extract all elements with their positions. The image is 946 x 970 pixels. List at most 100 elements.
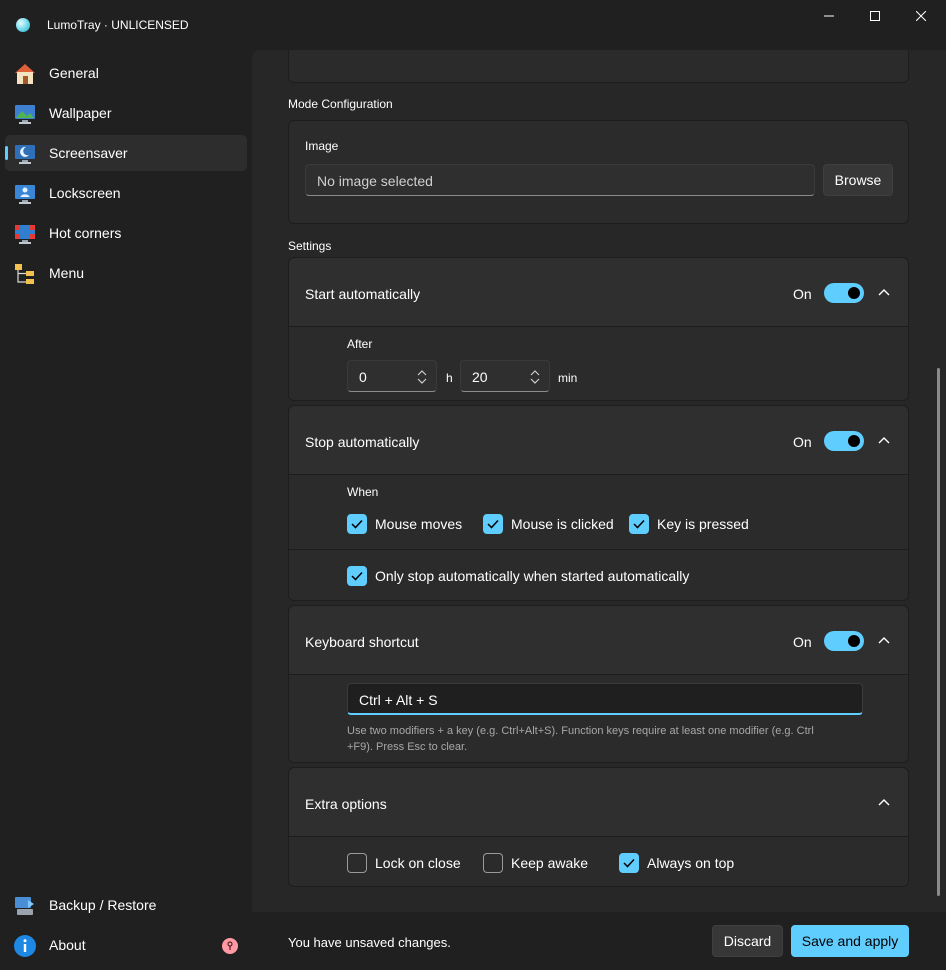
- window-title: LumoTray · UNLICENSED: [47, 18, 189, 32]
- app-logo-icon: [16, 18, 30, 32]
- mouse-moves-checkbox[interactable]: Mouse moves: [347, 514, 462, 534]
- keyboard-shortcut-toggle[interactable]: [824, 631, 864, 651]
- menu-icon: [15, 264, 34, 284]
- shortcut-hint-line: +F9). Press Esc to clear.: [347, 741, 468, 753]
- info-icon: [14, 935, 36, 957]
- maximize-button[interactable]: [852, 0, 898, 32]
- stop-automatically-toggle[interactable]: [824, 431, 864, 451]
- minimize-button[interactable]: [806, 0, 852, 32]
- sidebar-item-label: General: [49, 65, 99, 81]
- checkbox-label: Only stop automatically when started aut…: [375, 568, 690, 584]
- browse-button[interactable]: Browse: [823, 164, 893, 196]
- checkmark-icon: [347, 514, 367, 534]
- maximize-icon: [870, 11, 880, 21]
- chevron-up-icon[interactable]: [876, 633, 892, 649]
- divider: [289, 549, 908, 550]
- start-automatically-toggle[interactable]: [824, 283, 864, 303]
- checkbox-label: Mouse moves: [375, 516, 463, 532]
- sidebar-item-about[interactable]: About: [5, 927, 247, 963]
- checkmark-icon: [619, 853, 639, 873]
- shortcut-hint-line: Use two modifiers + a key (e.g. Ctrl+Alt…: [347, 725, 814, 737]
- extra-options-title: Extra options: [305, 796, 387, 812]
- when-label: When: [347, 485, 379, 499]
- sidebar-item-label: Backup / Restore: [49, 897, 157, 913]
- checkbox-box: [347, 853, 367, 873]
- stop-toggle-state: On: [793, 434, 812, 450]
- chevron-up-icon[interactable]: [876, 795, 892, 811]
- previous-card-tail: [288, 50, 909, 83]
- sidebar-item-hot-corners[interactable]: Hot corners: [5, 215, 247, 251]
- start-toggle-state: On: [793, 286, 812, 302]
- footer-bar: You have unsaved changes. Discard Save a…: [252, 912, 946, 970]
- chevron-up-icon[interactable]: [876, 433, 892, 449]
- spinner-icon[interactable]: [529, 369, 541, 385]
- image-path-field[interactable]: No image selected: [305, 164, 815, 196]
- divider: [289, 474, 908, 475]
- only-stop-checkbox[interactable]: Only stop automatically when started aut…: [347, 566, 689, 586]
- sidebar-item-label: Hot corners: [49, 225, 122, 241]
- checkbox-label: Mouse is clicked: [511, 516, 614, 532]
- minimize-icon: [824, 15, 834, 17]
- minutes-unit-label: min: [558, 371, 578, 385]
- home-icon: [15, 64, 35, 84]
- checkbox-box: [483, 853, 503, 873]
- key-pressed-checkbox[interactable]: Key is pressed: [629, 514, 749, 534]
- start-automatically-card: Start automatically On After 0 h 20 min: [288, 257, 909, 401]
- start-automatically-title: Start automatically: [305, 286, 421, 302]
- always-on-top-checkbox[interactable]: Always on top: [619, 853, 734, 873]
- checkmark-icon: [347, 566, 367, 586]
- notification-badge-icon: [222, 938, 238, 954]
- sidebar: General Wallpaper Screensaver Lockscreen: [0, 50, 252, 970]
- scrollbar-thumb[interactable]: [937, 368, 940, 896]
- shortcut-hint: Use two modifiers + a key (e.g. Ctrl+Alt…: [347, 723, 877, 755]
- shortcut-toggle-state: On: [793, 634, 812, 650]
- keyboard-shortcut-card: Keyboard shortcut On Ctrl + Alt + S Use …: [288, 605, 909, 763]
- title-bar: LumoTray · UNLICENSED: [0, 0, 946, 50]
- after-label: After: [347, 337, 373, 351]
- shortcut-input[interactable]: Ctrl + Alt + S: [347, 683, 863, 715]
- minutes-number-box[interactable]: 20: [460, 360, 550, 392]
- divider: [289, 326, 908, 327]
- spinner-icon[interactable]: [416, 369, 428, 385]
- keyboard-shortcut-title: Keyboard shortcut: [305, 634, 419, 650]
- sidebar-item-menu[interactable]: Menu: [5, 255, 247, 291]
- sidebar-item-label: Lockscreen: [49, 185, 121, 201]
- sidebar-item-label: About: [49, 937, 86, 953]
- sidebar-item-backup-restore[interactable]: Backup / Restore: [5, 887, 247, 923]
- hours-value: 0: [359, 369, 367, 385]
- backup-icon: [15, 897, 34, 915]
- unsaved-changes-status: You have unsaved changes.: [288, 935, 451, 950]
- sidebar-item-label: Screensaver: [49, 145, 128, 161]
- section-title-mode-configuration: Mode Configuration: [288, 97, 393, 111]
- stop-automatically-title: Stop automatically: [305, 434, 420, 450]
- save-and-apply-button[interactable]: Save and apply: [791, 925, 909, 957]
- close-icon: [916, 11, 926, 21]
- image-label: Image: [305, 139, 339, 153]
- lock-on-close-checkbox[interactable]: Lock on close: [347, 853, 461, 873]
- sidebar-item-wallpaper[interactable]: Wallpaper: [5, 95, 247, 131]
- checkbox-label: Key is pressed: [657, 516, 749, 532]
- hours-number-box[interactable]: 0: [347, 360, 437, 392]
- checkbox-label: Lock on close: [375, 855, 461, 871]
- checkmark-icon: [629, 514, 649, 534]
- sidebar-item-label: Menu: [49, 265, 85, 281]
- minutes-value: 20: [472, 369, 488, 385]
- hot-corners-icon: [15, 225, 35, 244]
- stop-automatically-card: Stop automatically On When Mouse moves M…: [288, 405, 909, 601]
- sidebar-item-screensaver[interactable]: Screensaver: [5, 135, 247, 171]
- discard-button[interactable]: Discard: [712, 925, 783, 957]
- close-button[interactable]: [898, 0, 944, 32]
- mouse-clicked-checkbox[interactable]: Mouse is clicked: [483, 514, 614, 534]
- keep-awake-checkbox[interactable]: Keep awake: [483, 853, 588, 873]
- sidebar-item-general[interactable]: General: [5, 55, 247, 91]
- section-title-settings: Settings: [288, 239, 332, 253]
- lockscreen-icon: [15, 185, 35, 204]
- chevron-up-icon[interactable]: [876, 285, 892, 301]
- screensaver-icon: [15, 145, 35, 164]
- hours-unit-label: h: [446, 371, 453, 385]
- sidebar-item-lockscreen[interactable]: Lockscreen: [5, 175, 247, 211]
- checkbox-label: Always on top: [647, 855, 735, 871]
- checkmark-icon: [483, 514, 503, 534]
- wallpaper-icon: [15, 105, 35, 124]
- image-card: Image No image selected Browse: [288, 120, 909, 224]
